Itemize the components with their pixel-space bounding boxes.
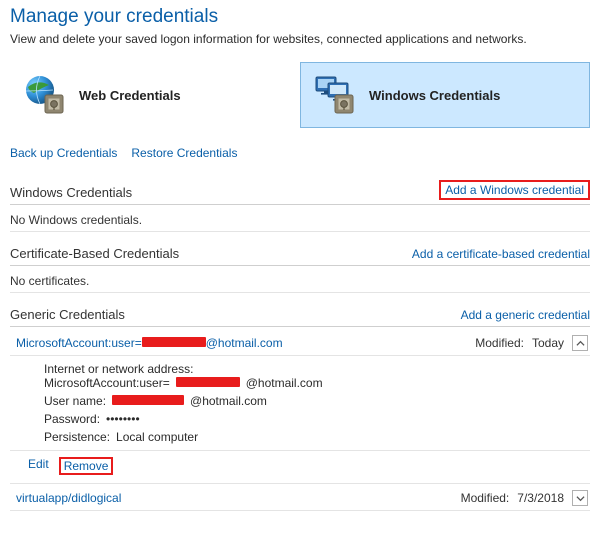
entry-title-suffix: @hotmail.com (206, 336, 283, 350)
entry-title-prefix: MicrosoftAccount:user= (16, 336, 142, 350)
password-label: Password: (44, 412, 100, 426)
persistence-label: Persistence: (44, 430, 110, 444)
address-label: Internet or network address: (44, 362, 586, 376)
password-value: •••••••• (106, 412, 140, 426)
detail-address: Internet or network address: MicrosoftAc… (44, 362, 586, 390)
chevron-up-icon[interactable] (572, 335, 588, 351)
modified-value: Today (532, 336, 564, 350)
modified-value: 7/3/2018 (517, 491, 564, 505)
detail-password: Password: •••••••• (44, 412, 586, 426)
web-credentials-label: Web Credentials (79, 88, 181, 103)
tab-web-credentials[interactable]: Web Credentials (10, 62, 300, 128)
username-suffix: @hotmail.com (190, 394, 267, 408)
username-label: User name: (44, 394, 106, 408)
backup-restore-links: Back up Credentials Restore Credentials (10, 146, 590, 160)
credential-entry-ms[interactable]: MicrosoftAccount:user= @hotmail.com Modi… (10, 331, 590, 356)
detail-username: User name: @hotmail.com (44, 394, 586, 408)
add-generic-credential-link[interactable]: Add a generic credential (461, 308, 590, 322)
detail-persistence: Persistence: Local computer (44, 430, 586, 444)
credential-actions: Edit Remove (10, 451, 590, 481)
divider (10, 483, 590, 484)
address-value-line: MicrosoftAccount:user= @hotmail.com (44, 376, 586, 390)
section-header: Windows Credentials Add a Windows creden… (10, 180, 590, 205)
credential-entry-virtualapp[interactable]: virtualapp/didlogical Modified: 7/3/2018 (10, 486, 590, 511)
windows-credentials-label: Windows Credentials (369, 88, 500, 103)
empty-message: No Windows credentials. (10, 209, 590, 229)
redacted-text (176, 377, 240, 387)
page-title: Manage your credentials (10, 6, 590, 28)
address-suffix: @hotmail.com (246, 376, 323, 390)
entry-meta: Modified: Today (475, 335, 588, 351)
section-header: Generic Credentials Add a generic creden… (10, 307, 590, 327)
tab-windows-credentials[interactable]: Windows Credentials (300, 62, 590, 128)
modified-label: Modified: (475, 336, 524, 350)
monitor-safe-icon (313, 73, 357, 117)
chevron-down-icon[interactable] (572, 490, 588, 506)
section-title: Generic Credentials (10, 307, 125, 322)
section-add-wrap: Add a generic credential (461, 308, 590, 322)
highlight-box: Add a Windows credential (439, 180, 590, 200)
page-subtitle: View and delete your saved logon informa… (10, 32, 590, 46)
section-title: Windows Credentials (10, 185, 132, 200)
credential-category-tabs: Web Credentials Windows Credentials (10, 62, 590, 128)
globe-safe-icon (23, 73, 67, 117)
section-cert-credentials: Certificate-Based Credentials Add a cert… (10, 246, 590, 293)
credential-details: Internet or network address: MicrosoftAc… (10, 356, 590, 451)
entry-title: virtualapp/didlogical (16, 491, 121, 505)
highlight-box: Remove (59, 457, 114, 475)
divider (10, 231, 590, 232)
section-windows-credentials: Windows Credentials Add a Windows creden… (10, 180, 590, 232)
section-generic-credentials: Generic Credentials Add a generic creden… (10, 307, 590, 511)
entry-meta: Modified: 7/3/2018 (461, 490, 588, 506)
redacted-text (112, 395, 184, 405)
edit-link[interactable]: Edit (28, 457, 49, 475)
add-windows-credential-link[interactable]: Add a Windows credential (445, 183, 584, 197)
section-add-wrap: Add a certificate-based credential (412, 247, 590, 261)
remove-link[interactable]: Remove (64, 459, 109, 473)
address-prefix: MicrosoftAccount:user= (44, 376, 170, 390)
add-cert-credential-link[interactable]: Add a certificate-based credential (412, 247, 590, 261)
backup-credentials-link[interactable]: Back up Credentials (10, 146, 117, 160)
entry-title: MicrosoftAccount:user= @hotmail.com (16, 336, 283, 350)
redacted-text (142, 337, 206, 347)
divider (10, 292, 590, 293)
persistence-value: Local computer (116, 430, 198, 444)
entry-title-text: virtualapp/didlogical (16, 491, 121, 505)
modified-label: Modified: (461, 491, 510, 505)
section-title: Certificate-Based Credentials (10, 246, 179, 261)
section-header: Certificate-Based Credentials Add a cert… (10, 246, 590, 266)
empty-message: No certificates. (10, 270, 590, 290)
restore-credentials-link[interactable]: Restore Credentials (131, 146, 237, 160)
